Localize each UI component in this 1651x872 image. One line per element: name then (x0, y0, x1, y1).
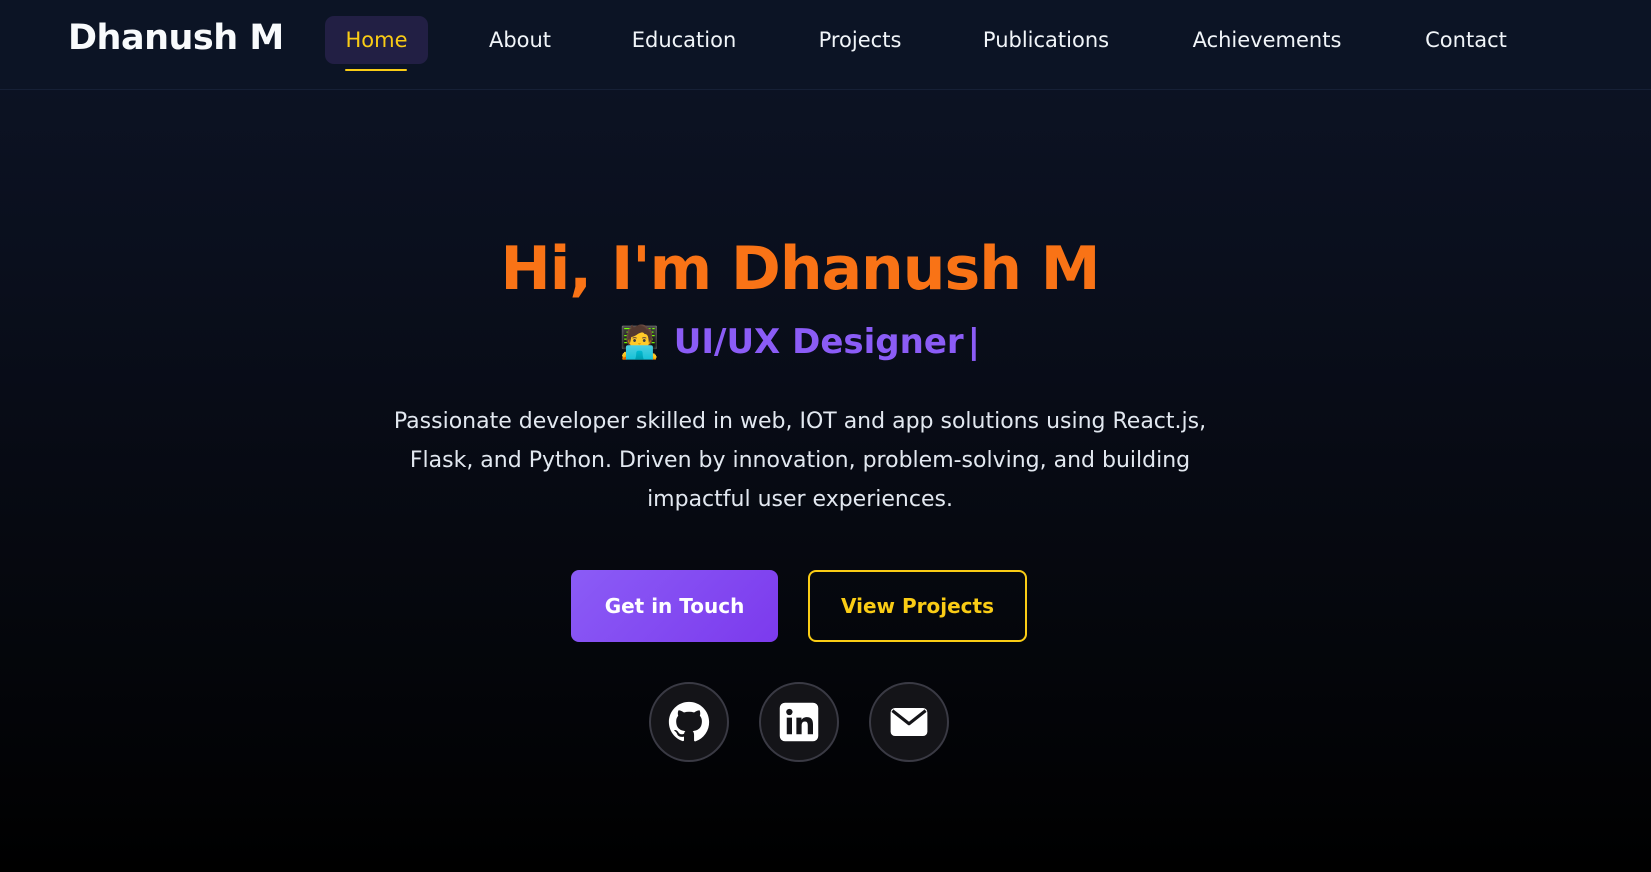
hero-title: Hi, I'm Dhanush M (500, 234, 1100, 304)
github-icon (668, 701, 710, 742)
view-projects-button[interactable]: View Projects (808, 570, 1027, 642)
brand-logo[interactable]: Dhanush M (68, 18, 284, 58)
nav-item-projects[interactable]: Projects (810, 16, 910, 64)
typed-role-text: UI/UX Designer (673, 322, 964, 362)
nav-item-achievements[interactable]: Achievements (1184, 16, 1350, 64)
typing-caret: | (967, 322, 981, 362)
email-link[interactable] (869, 682, 949, 762)
github-link[interactable] (649, 682, 729, 762)
role-line: 🧑‍💻 UI/UX Designer | (0, 322, 1600, 362)
nav-active-indicator (345, 69, 407, 71)
nav-item-contact[interactable]: Contact (1414, 16, 1518, 64)
mail-icon (890, 708, 928, 736)
get-in-touch-button[interactable]: Get in Touch (571, 570, 778, 642)
nav-item-about[interactable]: About (480, 16, 560, 64)
nav-item-publications[interactable]: Publications (974, 16, 1118, 64)
developer-emoji-icon: 🧑‍💻 (619, 323, 660, 361)
hero-description: Passionate developer skilled in web, IOT… (393, 409, 1207, 512)
linkedin-icon (779, 702, 819, 742)
navbar: Dhanush M Home About Education Projects … (0, 0, 1651, 90)
linkedin-link[interactable] (759, 682, 839, 762)
nav-item-home[interactable]: Home (325, 16, 428, 64)
nav-item-education[interactable]: Education (624, 16, 744, 64)
